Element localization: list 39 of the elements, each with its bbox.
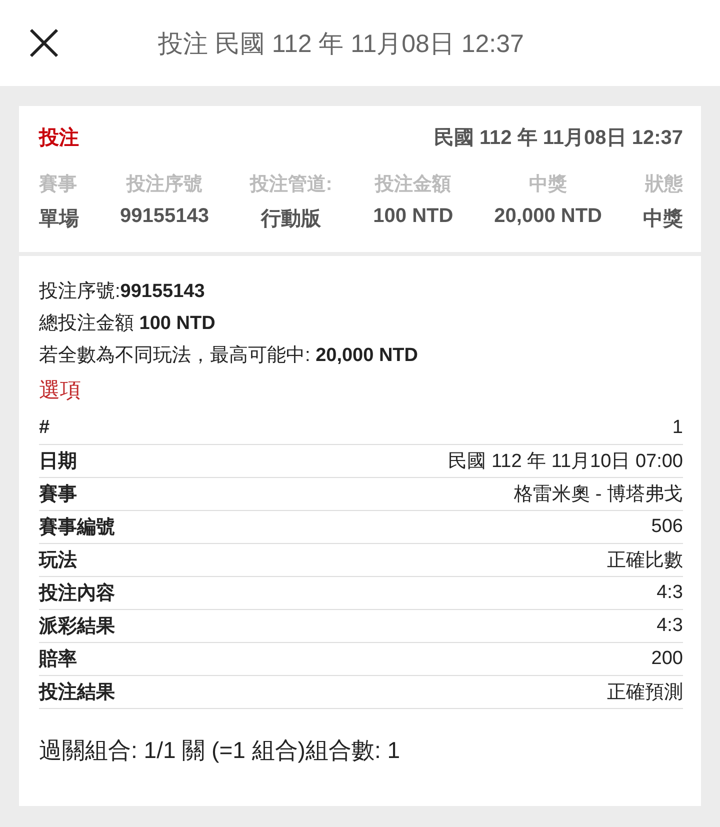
bet-date: 民國 112 年 11月08日 12:37 xyxy=(434,126,683,151)
column-value: 行動版 xyxy=(261,207,322,232)
row-value: 506 xyxy=(651,516,683,538)
column-heading: 賽事 xyxy=(39,172,77,197)
summary-line: 若全數為不同玩法，最高可能中: 20,000 NTD xyxy=(39,344,420,368)
column-value: 99155143 xyxy=(120,205,209,228)
column-value: 單場 xyxy=(39,207,79,232)
row-label: 投注結果 xyxy=(39,680,115,705)
column-value: 100 NTD xyxy=(373,205,454,228)
column-heading: 中獎 xyxy=(529,173,568,197)
row-value: 200 xyxy=(651,648,683,670)
combination-text: 過關組合: 1/1 關 (=1 組合)組合數: 1 xyxy=(39,736,402,765)
column-heading: 投注金額 xyxy=(375,172,452,197)
row-value: 4:3 xyxy=(656,615,683,637)
bet-label: 投注 xyxy=(39,126,79,151)
row-label: 投注內容 xyxy=(39,582,115,606)
row-label: 賽事 xyxy=(39,482,77,507)
close-icon[interactable] xyxy=(28,27,60,59)
row-label: 賠率 xyxy=(39,648,77,672)
column-value: 20,000 NTD xyxy=(494,205,602,228)
options-heading: 選項 xyxy=(39,378,82,404)
row-label: 日期 xyxy=(39,450,77,474)
header-title: 投注 民國 112 年 11月08日 12:37 xyxy=(158,28,524,60)
row-value: 民國 112 年 11月10日 07:00 xyxy=(448,450,683,474)
summary-line: 總投注金額 100 NTD xyxy=(39,312,216,336)
row-label: 賽事編號 xyxy=(39,516,115,540)
row-label: 派彩結果 xyxy=(39,615,115,639)
column-heading: 投注管道: xyxy=(250,172,332,197)
column-heading: 狀態 xyxy=(644,172,683,197)
row-value: 正確比數 xyxy=(607,549,683,573)
summary-line: 投注序號:99155143 xyxy=(39,280,206,304)
column-heading: 投注序號 xyxy=(126,172,202,197)
column-value: 中獎 xyxy=(642,207,683,232)
row-value: 正確預測 xyxy=(607,681,683,705)
row-value: 4:3 xyxy=(656,582,683,604)
row-label: 玩法 xyxy=(39,549,77,573)
row-value: 1 xyxy=(672,417,683,439)
row-value: 格雷米奧 - 博塔弗戈 xyxy=(514,483,683,507)
row-label: # xyxy=(39,417,50,439)
